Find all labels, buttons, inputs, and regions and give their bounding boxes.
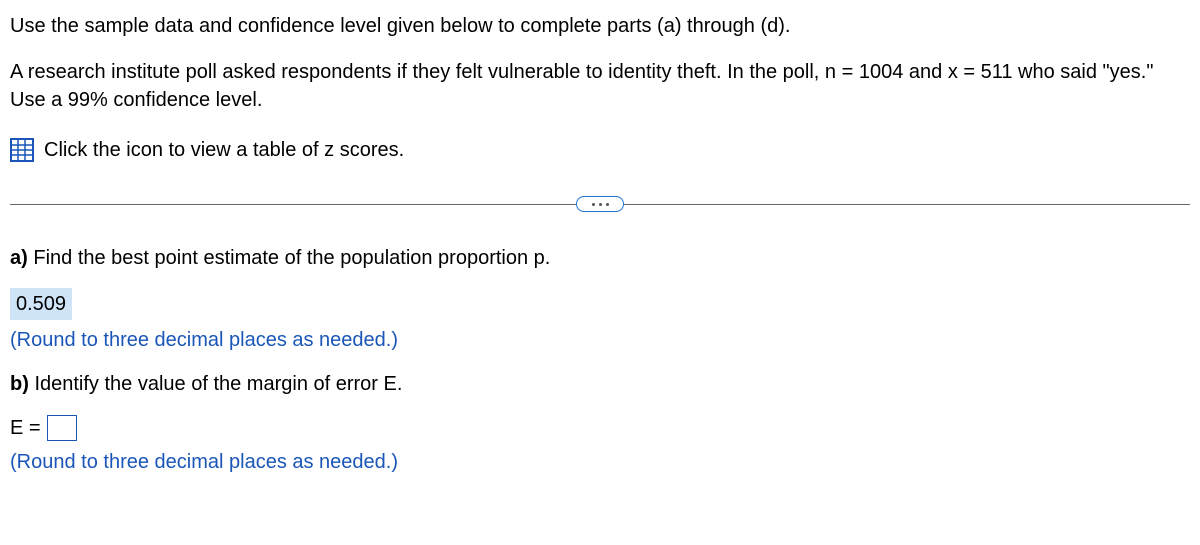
part-b-hint: (Round to three decimal places as needed… [10, 448, 1190, 476]
section-divider [10, 194, 1190, 214]
part-a-question: a) Find the best point estimate of the p… [10, 244, 1190, 272]
part-a-answer-input[interactable]: 0.509 [10, 288, 72, 320]
part-b-equation-row: E = [10, 414, 1190, 442]
table-icon [10, 138, 34, 162]
part-a-hint: (Round to three decimal places as needed… [10, 326, 1190, 354]
expand-ellipsis-button[interactable] [576, 196, 624, 212]
instruction-text: Use the sample data and confidence level… [10, 12, 1190, 40]
z-table-link-row[interactable]: Click the icon to view a table of z scor… [10, 136, 1190, 164]
part-b-text: Identify the value of the margin of erro… [29, 373, 403, 395]
part-a-label: a) [10, 247, 28, 269]
part-b-answer-input[interactable] [47, 415, 77, 441]
part-b-label: b) [10, 373, 29, 395]
part-b-eq-label: E = [10, 414, 41, 442]
z-table-link-text: Click the icon to view a table of z scor… [44, 136, 404, 164]
part-b-question: b) Identify the value of the margin of e… [10, 370, 1190, 398]
context-text: A research institute poll asked responde… [10, 58, 1190, 114]
part-a-text: Find the best point estimate of the popu… [28, 247, 551, 269]
